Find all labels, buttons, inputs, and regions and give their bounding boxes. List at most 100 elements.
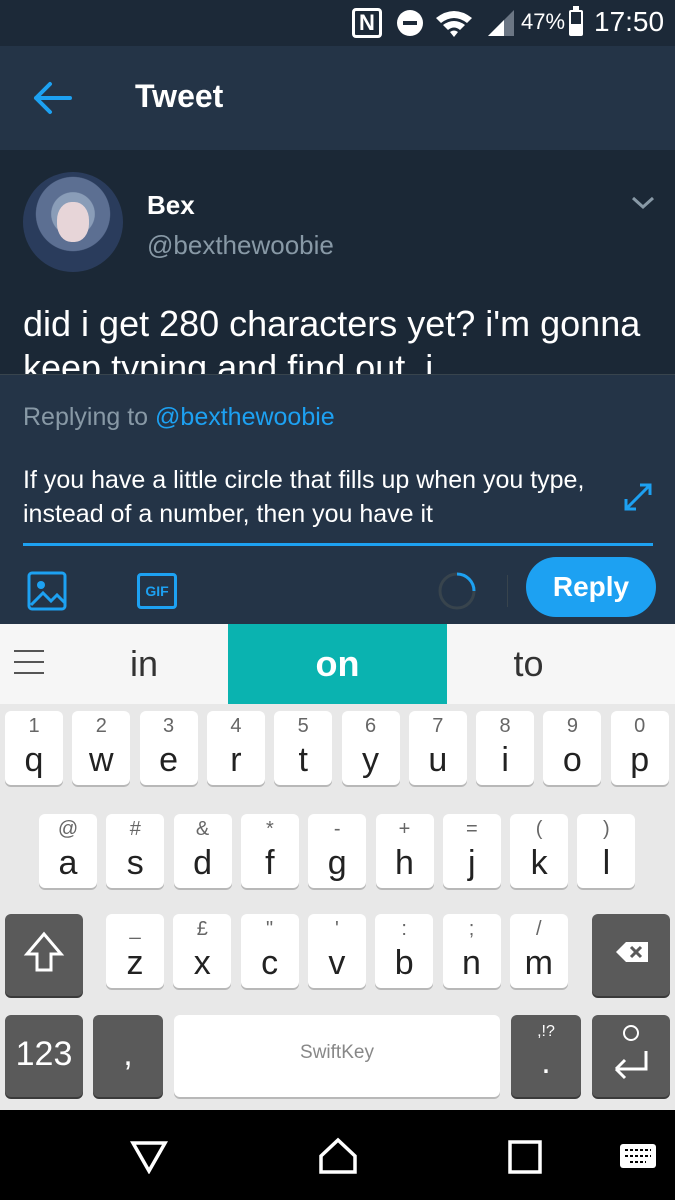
key-label: s: [126, 844, 144, 882]
key-label: n: [462, 944, 481, 982]
recents-nav-icon[interactable]: [508, 1140, 542, 1174]
key-hint: =: [465, 818, 478, 840]
key-hint: #: [129, 818, 141, 840]
key-t[interactable]: 5t: [274, 711, 333, 785]
key-label: c: [261, 944, 279, 982]
key-hint: 7: [432, 715, 444, 737]
composer-divider: [507, 575, 508, 607]
key-hint: ': [334, 918, 339, 940]
key-c[interactable]: " c: [240, 914, 299, 988]
key-hint: 1: [28, 715, 40, 737]
enter-key[interactable]: [592, 1015, 670, 1097]
wifi-icon: [436, 11, 472, 37]
key-n[interactable]: ; n: [442, 914, 501, 988]
page-title: Tweet: [135, 78, 224, 114]
tweet-text: did i get 280 characters yet? i'm gonna …: [23, 303, 641, 374]
key-z[interactable]: _ z: [106, 914, 164, 988]
replying-to-handle[interactable]: @bexthewoobie: [155, 403, 335, 431]
key-h[interactable]: + h: [375, 814, 434, 888]
key-y[interactable]: 6y: [341, 711, 400, 785]
key-label: i: [501, 741, 509, 779]
key-hint: :: [401, 918, 407, 940]
image-icon[interactable]: [27, 571, 67, 611]
key-s[interactable]: # s: [106, 814, 165, 888]
key-hint: 8: [499, 715, 511, 737]
key-p[interactable]: 0p: [610, 711, 669, 785]
key-f[interactable]: * f: [240, 814, 299, 888]
key-hint: _: [129, 918, 141, 940]
key-label: x: [193, 944, 211, 982]
key-j[interactable]: = j: [442, 814, 501, 888]
key-label: y: [362, 741, 379, 779]
key-label: u: [428, 741, 448, 779]
key-a[interactable]: @ a: [39, 814, 97, 888]
period-key[interactable]: ,!? .: [511, 1015, 581, 1097]
enter-icon: [614, 1025, 648, 1080]
signal-icon: [488, 10, 514, 36]
key-hint: 5: [297, 715, 309, 737]
reply-input[interactable]: If you have a little circle that fills u…: [23, 463, 603, 531]
status-bar: N 47% 17:50: [0, 0, 675, 46]
key-label: d: [193, 844, 213, 882]
key-label: h: [395, 844, 414, 882]
key-b[interactable]: :b: [375, 914, 434, 988]
key-x[interactable]: £ x: [173, 914, 232, 988]
key-k[interactable]: (k: [510, 814, 569, 888]
space-key[interactable]: SwiftKey: [174, 1015, 500, 1097]
comma-key-label: ,: [123, 1035, 133, 1073]
suggestion-in[interactable]: in: [60, 624, 228, 704]
replying-to-label: Replying to @bexthewoobie: [23, 403, 335, 432]
backspace-key[interactable]: [592, 914, 670, 996]
key-d[interactable]: & d: [173, 814, 232, 888]
key-hint: (: [535, 818, 543, 840]
arrow-left-icon[interactable]: [30, 78, 76, 118]
suggestion-on[interactable]: on: [228, 624, 447, 704]
key-label: l: [602, 844, 611, 882]
menu-icon[interactable]: [14, 650, 44, 676]
input-underline: [23, 543, 653, 546]
suggestion-to[interactable]: to: [447, 624, 610, 704]
period-key-label: .: [541, 1043, 551, 1081]
numbers-key[interactable]: 123: [5, 1015, 83, 1097]
key-label: q: [24, 741, 44, 779]
key-q[interactable]: 1q: [5, 711, 63, 785]
key-label: a: [58, 844, 78, 882]
key-o[interactable]: 9o: [543, 711, 602, 785]
key-label: w: [89, 741, 114, 779]
key-i[interactable]: 8i: [476, 711, 535, 785]
key-w[interactable]: 2w: [72, 711, 131, 785]
avatar[interactable]: [23, 172, 123, 272]
key-hint: ": [266, 918, 274, 940]
expand-icon[interactable]: [620, 479, 656, 515]
key-hint: 4: [230, 715, 242, 737]
do-not-disturb-icon: [397, 10, 423, 36]
period-key-hint: ,!?: [537, 1023, 555, 1040]
key-r[interactable]: 4r: [206, 711, 265, 785]
home-nav-icon[interactable]: [318, 1136, 358, 1176]
key-l[interactable]: ) l: [577, 814, 636, 888]
shift-icon: [23, 931, 65, 972]
key-g[interactable]: -g: [308, 814, 367, 888]
comma-key[interactable]: ,: [93, 1015, 163, 1097]
gif-button[interactable]: GIF: [137, 573, 177, 609]
keyboard: in on to 1 q 2 w 3 e 4 r 5 t 6 y 7 u 8 i 9 o 0 p @ a # s & d * f - g +…: [0, 624, 675, 1110]
chevron-down-icon[interactable]: [628, 190, 658, 214]
key-hint: -: [333, 818, 341, 840]
shift-key[interactable]: [5, 914, 83, 996]
key-m[interactable]: / m: [509, 914, 568, 988]
back-nav-icon[interactable]: [130, 1140, 168, 1174]
swiftkey-logo: SwiftKey: [300, 1042, 374, 1063]
system-nav-bar: [0, 1110, 675, 1200]
reply-button[interactable]: Reply: [526, 557, 656, 617]
key-v[interactable]: ' v: [307, 914, 366, 988]
key-hint: &: [195, 818, 210, 840]
key-u[interactable]: 7u: [408, 711, 467, 785]
app-bar: Tweet: [0, 46, 675, 150]
key-label: v: [328, 944, 346, 982]
author-handle: @bexthewoobie: [147, 230, 334, 260]
clock: 17:50: [594, 6, 665, 37]
tweet-card: Bex @bexthewoobie did i get 280 characte…: [0, 150, 675, 374]
key-label: m: [524, 944, 553, 982]
key-e[interactable]: 3e: [139, 711, 198, 785]
keyboard-switch-icon[interactable]: [618, 1142, 658, 1170]
